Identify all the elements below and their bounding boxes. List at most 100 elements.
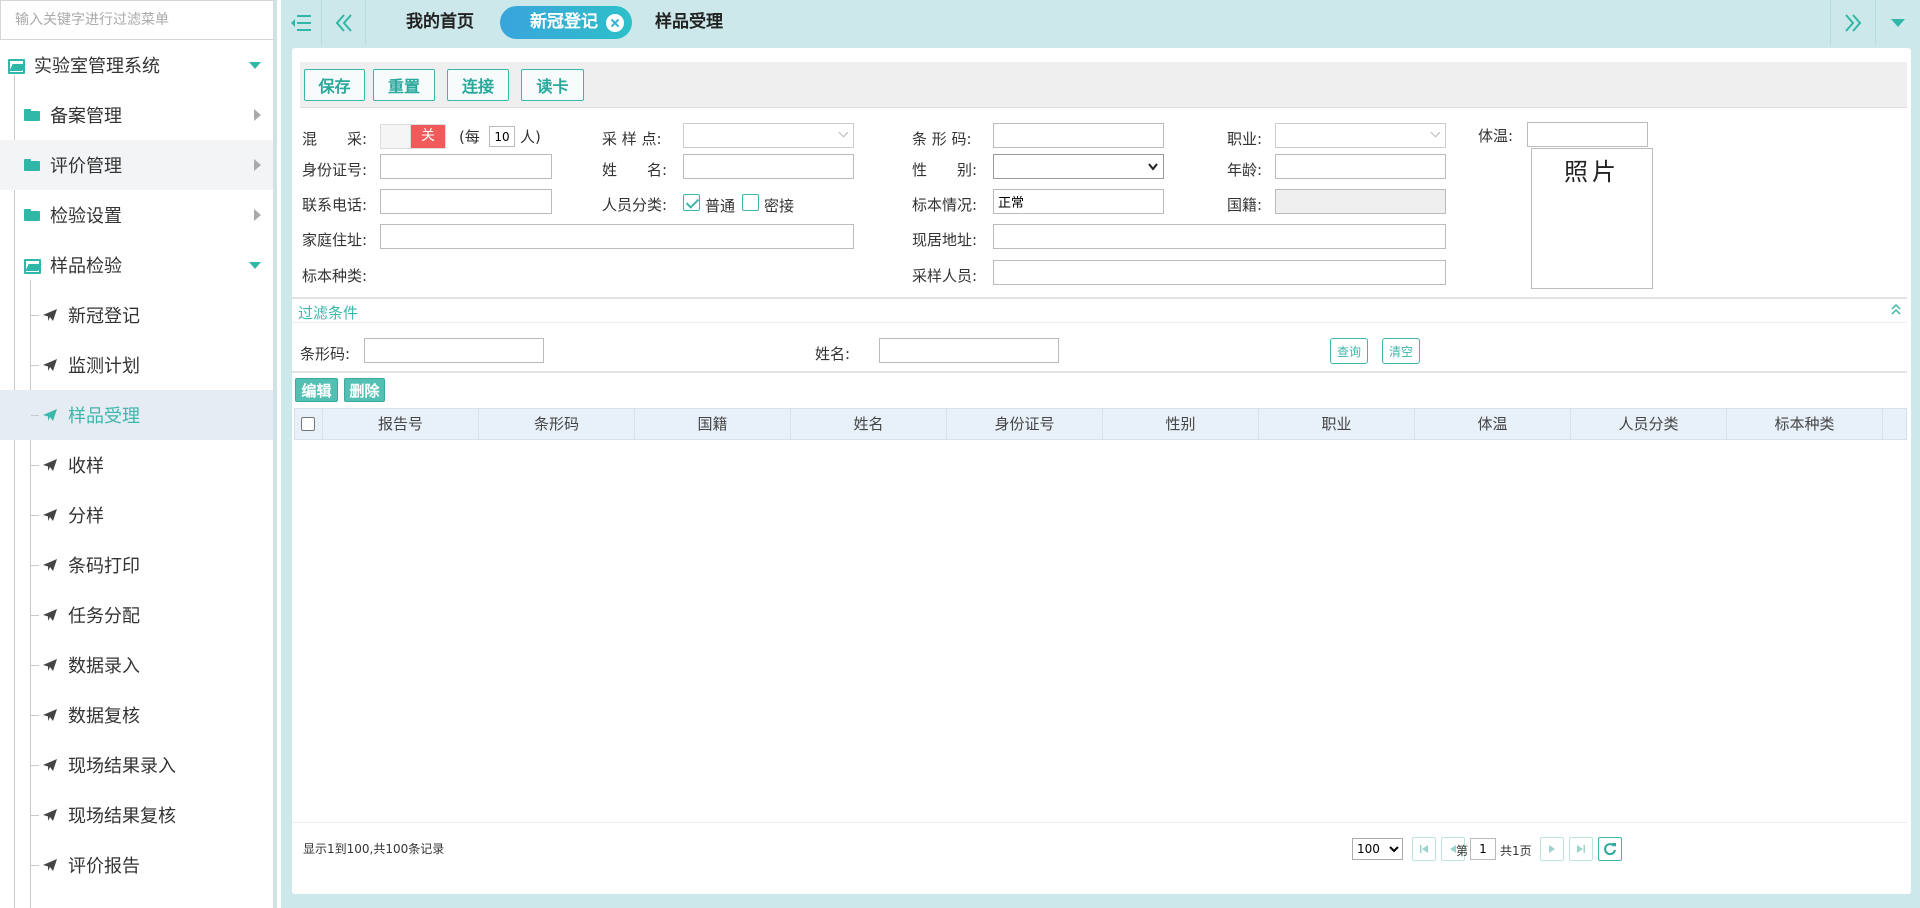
column-header[interactable]: 体温: [1415, 409, 1571, 439]
sidebar-scrollbar[interactable]: [273, 40, 277, 340]
tab-scroll-left-button[interactable]: [321, 0, 366, 45]
sidebar-item-split-sample[interactable]: 分样: [0, 490, 273, 540]
sidebar-item-monitoring-plan[interactable]: 监测计划: [0, 340, 273, 390]
sidebar-item-data-entry[interactable]: 数据录入: [0, 640, 273, 690]
menu-label: 收样: [68, 456, 104, 477]
filter-name-input[interactable]: [879, 338, 1059, 363]
nationality-input[interactable]: [1275, 189, 1446, 214]
select-all-checkbox[interactable]: [301, 417, 315, 431]
phone-input[interactable]: [380, 189, 552, 214]
menu-group-inspection-settings[interactable]: 检验设置: [0, 190, 273, 240]
sidebar-item-task-assignment[interactable]: 任务分配: [0, 590, 273, 640]
category-close-contact-checkbox[interactable]: [742, 194, 759, 211]
connect-button[interactable]: 连接: [447, 69, 509, 101]
filter-title: 过滤条件: [298, 304, 359, 322]
gender-select[interactable]: [993, 154, 1164, 179]
chevron-right-icon: [254, 109, 261, 121]
menu-label: 监测计划: [68, 356, 140, 377]
query-button[interactable]: 查询: [1330, 338, 1368, 364]
home-address-label: 家庭住址:: [302, 231, 368, 249]
age-input[interactable]: [1275, 154, 1446, 179]
current-address-input[interactable]: [993, 224, 1446, 249]
sidebar-item-sample-acceptance[interactable]: 样品受理: [0, 390, 273, 440]
folder-icon: [24, 109, 40, 121]
menu-label: 评价报告: [68, 856, 140, 877]
sidebar-item-barcode-print[interactable]: 条码打印: [0, 540, 273, 590]
sidebar-item-data-review[interactable]: 数据复核: [0, 690, 273, 740]
caret-down-icon: [1891, 18, 1905, 27]
column-header[interactable]: 国籍: [635, 409, 791, 439]
refresh-icon: [1604, 843, 1616, 856]
mixed-sampling-toggle[interactable]: 关: [380, 124, 446, 149]
tab-sample-acceptance[interactable]: 样品受理: [655, 6, 723, 39]
temperature-input[interactable]: [1527, 122, 1648, 147]
paper-plane-icon: [43, 509, 57, 521]
menu-label: 检验设置: [50, 206, 122, 227]
toggle-knob: [381, 125, 411, 148]
next-page-button[interactable]: [1540, 837, 1564, 861]
tab-scroll-right-button[interactable]: [1830, 0, 1875, 45]
per-count-input[interactable]: [489, 126, 515, 147]
barcode-label: 条 形 码:: [912, 130, 972, 148]
menu-label: 数据复核: [68, 706, 140, 727]
person-category-label: 人员分类:: [602, 196, 668, 214]
toolbar: 保存 重置 连接 读卡: [300, 62, 1907, 108]
pagination-bar: 显示1到100,共100条记录 100 第 共1页: [292, 822, 1907, 868]
sidebar-item-field-result-entry[interactable]: 现场结果录入: [0, 740, 273, 790]
tab-covid-registration[interactable]: 新冠登记: [500, 6, 632, 39]
first-page-button[interactable]: [1412, 837, 1436, 861]
tree-connector: [31, 365, 39, 366]
sample-point-select[interactable]: [683, 123, 854, 148]
paper-plane-icon: [43, 559, 57, 571]
column-header[interactable]: 人员分类: [1571, 409, 1727, 439]
menu-filter-input[interactable]: [0, 0, 273, 40]
menu-label: 实验室管理系统: [34, 56, 160, 77]
photo-box[interactable]: 照片: [1531, 148, 1653, 289]
menu-label: 任务分配: [68, 606, 140, 627]
edit-button[interactable]: 编辑: [295, 378, 338, 402]
sidebar-item-covid-registration[interactable]: 新冠登记: [0, 290, 273, 340]
reset-button[interactable]: 重置: [373, 69, 435, 101]
tab-menu-button[interactable]: [1875, 0, 1920, 45]
save-button[interactable]: 保存: [304, 69, 365, 101]
collapse-up-icon[interactable]: [1891, 304, 1901, 316]
column-header[interactable]: 职业: [1259, 409, 1415, 439]
category-normal-checkbox[interactable]: [683, 194, 700, 211]
menu-toggle-button[interactable]: [281, 0, 321, 45]
column-header[interactable]: 条形码: [479, 409, 635, 439]
home-address-input[interactable]: [380, 224, 854, 249]
column-header[interactable]: 姓名: [791, 409, 947, 439]
sidebar-item-evaluation-report[interactable]: 评价报告: [0, 840, 273, 890]
id-number-input[interactable]: [380, 154, 552, 179]
clear-button[interactable]: 清空: [1382, 338, 1420, 364]
tree-connector: [31, 415, 39, 416]
sidebar-item-receive-sample[interactable]: 收样: [0, 440, 273, 490]
specimen-status-input[interactable]: [993, 189, 1164, 214]
page-number-input[interactable]: [1470, 838, 1496, 860]
last-page-button[interactable]: [1569, 837, 1593, 861]
nationality-label: 国籍:: [1227, 196, 1263, 214]
menu-group-filing[interactable]: 备案管理: [0, 90, 273, 140]
menu-group-sample-inspection[interactable]: 样品检验: [0, 240, 273, 290]
tab-home[interactable]: 我的首页: [406, 6, 474, 39]
occupation-select[interactable]: [1275, 123, 1446, 148]
column-header[interactable]: 标本种类: [1727, 409, 1883, 439]
refresh-button[interactable]: [1598, 837, 1622, 861]
menu-root-lab-system[interactable]: 实验室管理系统: [0, 40, 273, 90]
filter-barcode-input[interactable]: [364, 338, 544, 363]
column-header[interactable]: 身份证号: [947, 409, 1103, 439]
sampler-input[interactable]: [993, 260, 1446, 285]
current-address-label: 现居地址:: [912, 231, 978, 249]
menu-group-evaluation[interactable]: 评价管理: [0, 140, 273, 190]
name-input[interactable]: [683, 154, 854, 179]
barcode-input[interactable]: [993, 123, 1164, 148]
page-size-select[interactable]: 100: [1352, 838, 1403, 860]
grid-header: 报告号 条形码 国籍 姓名 身份证号 性别 职业 体温 人员分类 标本种类: [294, 408, 1907, 440]
column-header[interactable]: 性别: [1103, 409, 1259, 439]
column-header[interactable]: 报告号: [323, 409, 479, 439]
menu-toggle-icon: [291, 14, 311, 31]
sidebar-item-field-result-review[interactable]: 现场结果复核: [0, 790, 273, 840]
delete-button[interactable]: 删除: [344, 378, 385, 402]
close-icon[interactable]: [606, 14, 624, 32]
read-card-button[interactable]: 读卡: [521, 69, 584, 101]
